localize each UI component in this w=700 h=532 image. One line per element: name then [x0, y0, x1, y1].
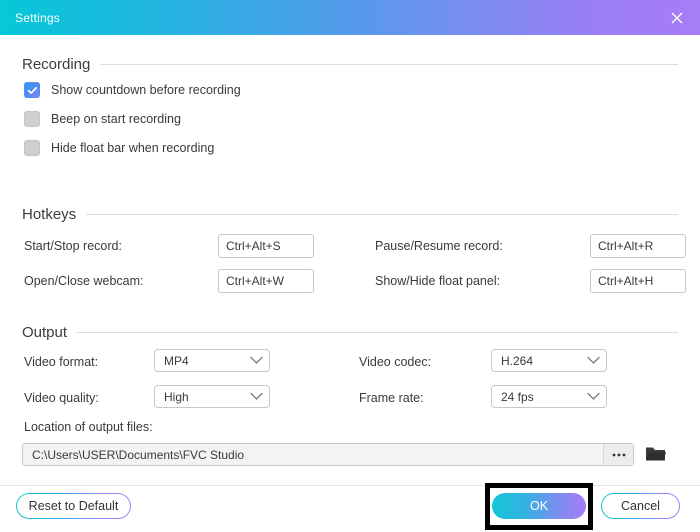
chevron-down-icon — [580, 392, 606, 401]
checkbox-unchecked-icon — [24, 140, 40, 156]
label-show-hide-float-panel: Show/Hide float panel: — [375, 274, 501, 288]
checkbox-unchecked-icon — [24, 111, 40, 127]
section-divider — [86, 214, 678, 215]
folder-icon[interactable] — [643, 442, 669, 466]
ok-button[interactable]: OK — [492, 493, 586, 519]
label-location-of-output-files: Location of output files: — [24, 420, 153, 434]
window-title: Settings — [15, 10, 60, 25]
output-path-field[interactable]: C:\Users\USER\Documents\FVC Studio — [22, 443, 634, 466]
dropdown-value: H.264 — [501, 353, 534, 368]
hotkey-input-start-stop-record[interactable]: Ctrl+Alt+S — [218, 234, 314, 258]
section-header-hotkeys: Hotkeys — [22, 206, 678, 223]
dropdown-video-quality[interactable]: High — [154, 385, 270, 408]
footer-divider — [0, 485, 700, 486]
chevron-down-icon — [243, 356, 269, 365]
reset-to-default-button[interactable]: Reset to Default — [16, 493, 131, 519]
settings-dialog: Settings Recording Show countdown before… — [0, 0, 700, 532]
checkbox-checked-icon — [24, 82, 40, 98]
checkbox-label: Show countdown before recording — [51, 83, 241, 97]
browse-button[interactable] — [603, 444, 633, 465]
chevron-down-icon — [580, 356, 606, 365]
output-path-value: C:\Users\USER\Documents\FVC Studio — [32, 447, 245, 462]
dropdown-value: MP4 — [164, 353, 189, 368]
section-divider — [100, 64, 678, 65]
label-pause-resume-record: Pause/Resume record: — [375, 239, 503, 253]
checkbox-show-countdown[interactable]: Show countdown before recording — [24, 82, 241, 98]
close-icon[interactable] — [654, 0, 700, 35]
cancel-button[interactable]: Cancel — [601, 493, 680, 519]
hotkey-input-open-close-webcam[interactable]: Ctrl+Alt+W — [218, 269, 314, 293]
section-header-recording: Recording — [22, 56, 678, 73]
section-title-hotkeys: Hotkeys — [22, 206, 77, 223]
checkbox-label: Beep on start recording — [51, 112, 181, 126]
section-title-output: Output — [22, 324, 68, 341]
hotkey-input-show-hide-float-panel[interactable]: Ctrl+Alt+H — [590, 269, 686, 293]
chevron-down-icon — [243, 392, 269, 401]
dropdown-video-codec[interactable]: H.264 — [491, 349, 607, 372]
hotkey-input-pause-resume-record[interactable]: Ctrl+Alt+R — [590, 234, 686, 258]
label-video-format: Video format: — [24, 355, 99, 369]
section-divider — [77, 332, 678, 333]
dropdown-value: 24 fps — [501, 389, 534, 404]
dropdown-frame-rate[interactable]: 24 fps — [491, 385, 607, 408]
checkbox-label: Hide float bar when recording — [51, 141, 215, 155]
title-bar: Settings — [0, 0, 700, 35]
label-open-close-webcam: Open/Close webcam: — [24, 274, 144, 288]
dropdown-video-format[interactable]: MP4 — [154, 349, 270, 372]
label-start-stop-record: Start/Stop record: — [24, 239, 122, 253]
label-video-codec: Video codec: — [359, 355, 432, 369]
section-title-recording: Recording — [22, 56, 91, 73]
label-video-quality: Video quality: — [24, 391, 99, 405]
label-frame-rate: Frame rate: — [359, 391, 424, 405]
checkbox-hide-float-bar[interactable]: Hide float bar when recording — [24, 140, 214, 156]
checkbox-beep-on-start[interactable]: Beep on start recording — [24, 111, 181, 127]
section-header-output: Output — [22, 324, 678, 341]
dropdown-value: High — [164, 389, 189, 404]
